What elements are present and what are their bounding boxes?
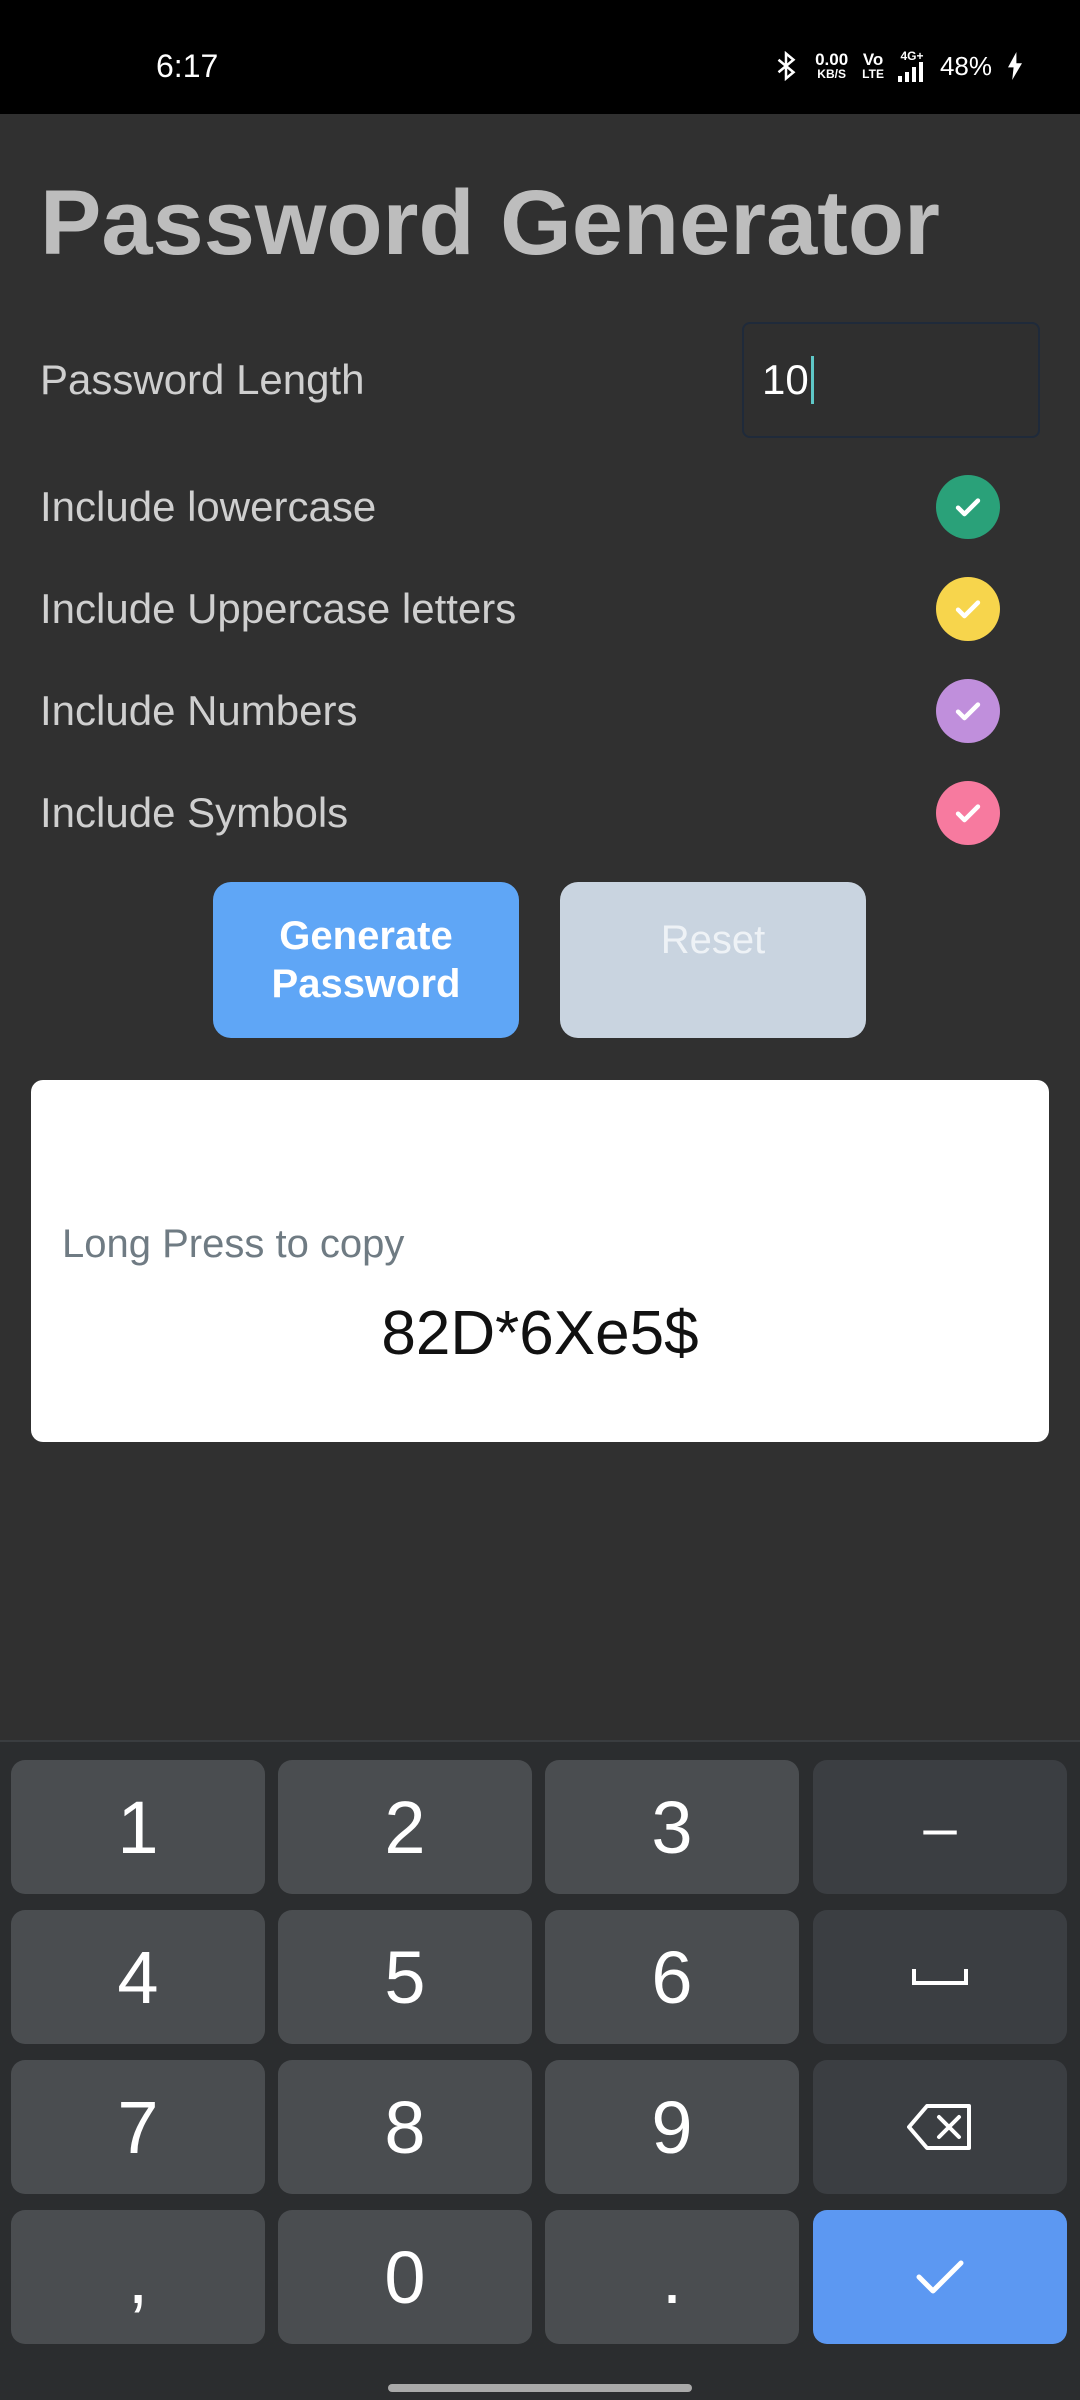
backspace-icon bbox=[907, 2104, 971, 2150]
checkmark-icon bbox=[916, 2260, 964, 2294]
symbols-checkbox[interactable] bbox=[936, 781, 1000, 845]
checkmark-icon bbox=[955, 702, 981, 721]
space-icon bbox=[912, 1969, 968, 1985]
space-key[interactable] bbox=[813, 1910, 1067, 2044]
key-period[interactable]: . bbox=[545, 2210, 799, 2344]
password-result-card[interactable]: Long Press to copy 82D*6Xe5$ bbox=[31, 1080, 1049, 1442]
copy-hint: Long Press to copy bbox=[62, 1222, 405, 1266]
key-5[interactable]: 5 bbox=[278, 1910, 532, 2044]
key-2[interactable]: 2 bbox=[278, 1760, 532, 1894]
option-numbers[interactable]: Include Numbers bbox=[40, 671, 1040, 751]
key-3[interactable]: 3 bbox=[545, 1760, 799, 1894]
key-dash[interactable]: – bbox=[813, 1760, 1067, 1894]
option-lowercase-label: Include lowercase bbox=[40, 483, 377, 530]
status-bar: 6:17 0.00 KB/S Vo LTE 4G+ 48% bbox=[0, 0, 1080, 114]
volte-indicator: Vo LTE bbox=[862, 50, 884, 81]
numbers-checkbox[interactable] bbox=[936, 679, 1000, 743]
gesture-nav-handle[interactable] bbox=[388, 2384, 692, 2392]
key-1[interactable]: 1 bbox=[11, 1760, 265, 1894]
backspace-key[interactable] bbox=[813, 2060, 1067, 2194]
password-length-row: Password Length 10 bbox=[40, 322, 1040, 438]
page-title: Password Generator bbox=[40, 172, 940, 274]
key-9[interactable]: 9 bbox=[545, 2060, 799, 2194]
reset-button[interactable]: Reset bbox=[560, 882, 866, 1038]
option-symbols[interactable]: Include Symbols bbox=[40, 773, 1040, 853]
generate-button-line2: Password bbox=[271, 962, 461, 1006]
signal-label: 4G+ bbox=[900, 49, 924, 63]
password-length-value: 10 bbox=[762, 356, 809, 403]
done-key[interactable] bbox=[813, 2210, 1067, 2344]
generate-button-line1: Generate bbox=[279, 914, 453, 958]
text-cursor bbox=[810, 356, 814, 404]
checkmark-icon bbox=[955, 600, 981, 619]
key-8[interactable]: 8 bbox=[278, 2060, 532, 2194]
lowercase-checkbox[interactable] bbox=[936, 475, 1000, 539]
uppercase-checkbox[interactable] bbox=[936, 577, 1000, 641]
option-uppercase[interactable]: Include Uppercase letters bbox=[40, 569, 1040, 649]
bluetooth-icon bbox=[771, 51, 801, 81]
signal-indicator: 4G+ bbox=[897, 49, 926, 82]
numeric-keyboard: 1 2 3 – 4 5 6 7 8 9 , 0 . bbox=[0, 1740, 1080, 2400]
volte-bottom: LTE bbox=[862, 67, 884, 81]
generated-password[interactable]: 82D*6Xe5$ bbox=[31, 1298, 1049, 1369]
battery-level: 48% bbox=[939, 51, 992, 81]
checkmark-icon bbox=[955, 804, 981, 823]
signal-icon bbox=[897, 62, 923, 82]
charging-icon bbox=[1006, 52, 1024, 80]
volte-top: Vo bbox=[862, 50, 884, 69]
key-comma[interactable]: , bbox=[11, 2210, 265, 2344]
option-symbols-label: Include Symbols bbox=[40, 789, 349, 836]
checkmark-icon bbox=[955, 498, 981, 517]
password-length-label: Password Length bbox=[40, 356, 365, 403]
status-time: 6:17 bbox=[156, 48, 219, 84]
key-0[interactable]: 0 bbox=[278, 2210, 532, 2344]
option-lowercase[interactable]: Include lowercase bbox=[40, 467, 1040, 547]
reset-button-label: Reset bbox=[660, 918, 766, 962]
network-speed-unit: KB/S bbox=[817, 67, 846, 81]
key-6[interactable]: 6 bbox=[545, 1910, 799, 2044]
option-uppercase-label: Include Uppercase letters bbox=[40, 585, 517, 632]
generate-password-button[interactable]: Generate Password bbox=[213, 882, 519, 1038]
network-speed: 0.00 KB/S bbox=[815, 50, 849, 81]
key-4[interactable]: 4 bbox=[11, 1910, 265, 2044]
key-7[interactable]: 7 bbox=[11, 2060, 265, 2194]
network-speed-value: 0.00 bbox=[815, 50, 849, 69]
option-numbers-label: Include Numbers bbox=[40, 687, 358, 734]
status-icons: 0.00 KB/S Vo LTE 4G+ 48% bbox=[771, 50, 1024, 82]
password-length-input[interactable]: 10 bbox=[742, 322, 1040, 438]
